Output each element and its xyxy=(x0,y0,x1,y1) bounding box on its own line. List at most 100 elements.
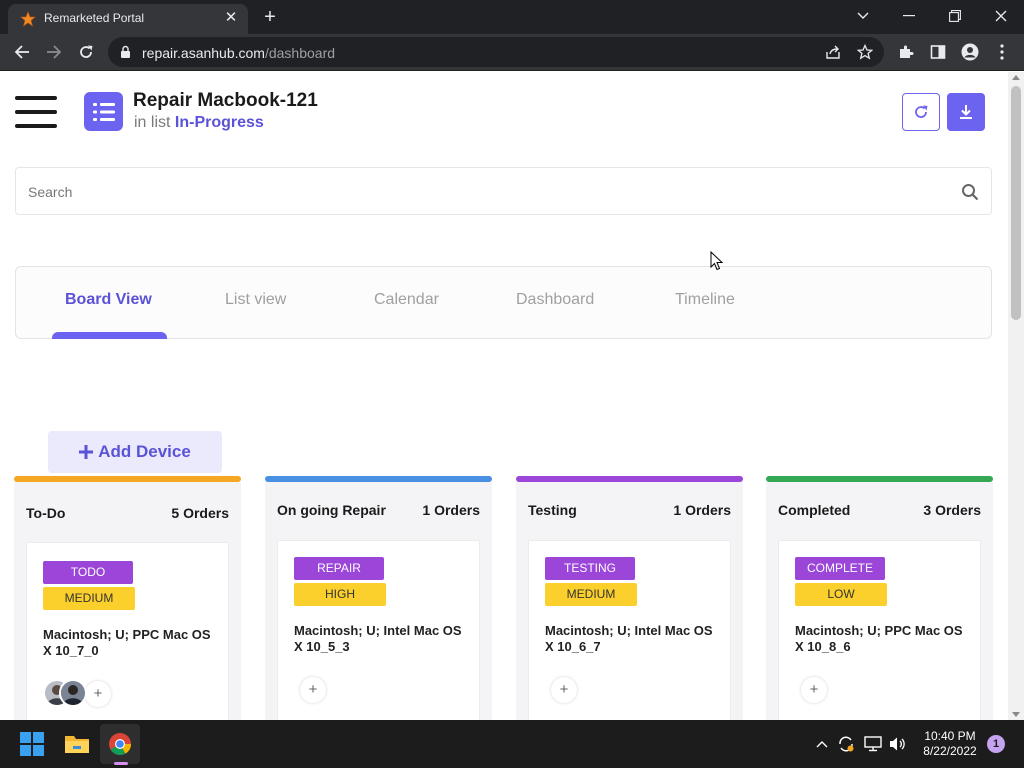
status-tag: TODO xyxy=(43,561,133,584)
star-favicon-icon xyxy=(20,11,36,27)
mouse-cursor-icon xyxy=(710,251,723,271)
hamburger-line xyxy=(15,110,57,114)
browser-toolbar: repair.asanhub.com/dashboard xyxy=(0,34,1024,71)
file-explorer-button[interactable] xyxy=(63,730,91,758)
page-scrollbar[interactable] xyxy=(1008,72,1024,720)
back-button[interactable] xyxy=(9,39,35,65)
profile-button[interactable] xyxy=(960,42,980,62)
url-text: repair.asanhub.com/dashboard xyxy=(142,45,336,61)
side-panel-icon xyxy=(930,45,946,59)
extensions-button[interactable] xyxy=(896,42,916,62)
os-taskbar: 10:40 PM 8/22/2022 1 xyxy=(0,720,1024,768)
search-box xyxy=(15,167,992,215)
column-body: Completed 3 Orders COMPLETE LOW Macintos… xyxy=(766,482,993,720)
tab-timeline[interactable]: Timeline xyxy=(675,291,735,309)
tab-board-view[interactable]: Board View xyxy=(65,291,152,309)
scroll-thumb[interactable] xyxy=(1011,86,1021,320)
volume-button[interactable] xyxy=(888,734,908,754)
address-bar[interactable]: repair.asanhub.com/dashboard xyxy=(108,37,884,67)
order-card[interactable]: TESTING MEDIUM Macintosh; U; Intel Mac O… xyxy=(528,540,731,720)
refresh-icon xyxy=(915,105,928,118)
hamburger-line xyxy=(15,124,57,128)
search-input[interactable] xyxy=(28,182,928,202)
priority-tag: HIGH xyxy=(294,583,386,606)
plus-icon xyxy=(79,445,94,459)
tab-close-icon[interactable]: ✕ xyxy=(222,9,240,27)
clock-time: 10:40 PM xyxy=(924,729,976,743)
add-member-button[interactable]: + xyxy=(551,677,577,703)
active-app-indicator xyxy=(114,762,128,765)
side-panel-button[interactable] xyxy=(928,42,948,62)
sync-icon xyxy=(839,736,854,752)
tray-overflow-button[interactable] xyxy=(812,734,832,754)
add-member-button[interactable]: + xyxy=(801,677,827,703)
search-icon[interactable] xyxy=(961,183,979,201)
tab-dashboard[interactable]: Dashboard xyxy=(516,291,594,309)
share-icon xyxy=(826,45,840,59)
chevron-down-icon xyxy=(857,12,869,19)
add-member-button[interactable]: + xyxy=(85,681,111,707)
hamburger-menu-button[interactable] xyxy=(15,96,57,128)
column-order-count: 1 Orders xyxy=(673,502,731,518)
board-column-testing: Testing 1 Orders TESTING MEDIUM Macintos… xyxy=(516,476,743,720)
column-title: To-Do xyxy=(26,505,66,521)
browser-titlebar: Remarketed Portal ✕ + xyxy=(0,0,1024,34)
active-tab-indicator xyxy=(52,332,167,339)
device-description: Macintosh; U; Intel Mac OS X 10_6_7 xyxy=(545,623,713,654)
star-outline-icon xyxy=(857,44,873,60)
board-column-completed: Completed 3 Orders COMPLETE LOW Macintos… xyxy=(766,476,993,720)
device-description: Macintosh; U; PPC Mac OS X 10_8_6 xyxy=(795,623,963,654)
refresh-button[interactable] xyxy=(902,93,940,131)
windows-logo-icon xyxy=(20,732,44,756)
column-order-count: 3 Orders xyxy=(923,502,981,518)
bookmark-button[interactable] xyxy=(856,43,874,61)
tab-list-view[interactable]: List view xyxy=(225,291,286,309)
arrow-left-icon xyxy=(14,45,29,59)
column-title: Testing xyxy=(528,502,577,518)
view-tabs: Board View List view Calendar Dashboard … xyxy=(15,266,992,339)
order-card[interactable]: TODO MEDIUM Macintosh; U; PPC Mac OS X 1… xyxy=(26,542,229,720)
reload-button[interactable] xyxy=(73,39,99,65)
chevron-up-icon xyxy=(816,741,828,748)
scroll-down-arrow-icon[interactable] xyxy=(1012,712,1020,717)
list-subtitle: in list In-Progress xyxy=(134,114,264,132)
scroll-up-arrow-icon[interactable] xyxy=(1012,75,1020,80)
tab-search-button[interactable] xyxy=(840,0,886,32)
page-title: Repair Macbook-121 xyxy=(133,90,318,111)
share-button[interactable] xyxy=(824,43,842,61)
chrome-taskbar-button[interactable] xyxy=(106,730,134,758)
tab-calendar[interactable]: Calendar xyxy=(374,291,439,309)
column-order-count: 5 Orders xyxy=(171,505,229,521)
restore-button[interactable] xyxy=(932,0,978,32)
column-body: Testing 1 Orders TESTING MEDIUM Macintos… xyxy=(516,482,743,720)
chrome-icon xyxy=(109,733,131,755)
order-card[interactable]: COMPLETE LOW Macintosh; U; PPC Mac OS X … xyxy=(778,540,981,720)
start-button[interactable] xyxy=(18,730,46,758)
new-tab-button[interactable]: + xyxy=(258,6,282,28)
board-column-todo: To-Do 5 Orders TODO MEDIUM Macintosh; U;… xyxy=(14,476,241,720)
order-card[interactable]: REPAIR HIGH Macintosh; U; Intel Mac OS X… xyxy=(277,540,480,720)
network-button[interactable] xyxy=(863,734,883,754)
device-description: Macintosh; U; Intel Mac OS X 10_5_3 xyxy=(294,623,462,654)
profile-icon xyxy=(961,43,979,61)
minimize-button[interactable] xyxy=(886,0,932,32)
close-window-button[interactable] xyxy=(978,0,1024,32)
browser-tab[interactable]: Remarketed Portal ✕ xyxy=(8,4,248,34)
download-button[interactable] xyxy=(947,93,985,131)
column-body: On going Repair 1 Orders REPAIR HIGH Mac… xyxy=(265,482,492,720)
arrow-right-icon xyxy=(47,45,62,59)
system-clock[interactable]: 10:40 PM 8/22/2022 xyxy=(916,729,984,759)
add-member-button[interactable]: + xyxy=(300,677,326,703)
list-name-link[interactable]: In-Progress xyxy=(175,114,264,131)
speaker-icon xyxy=(890,737,905,751)
minimize-icon xyxy=(903,15,915,17)
sync-status-button[interactable] xyxy=(836,734,856,754)
column-order-count: 1 Orders xyxy=(422,502,480,518)
device-description: Macintosh; U; PPC Mac OS X 10_7_0 xyxy=(43,627,211,658)
browser-menu-button[interactable] xyxy=(992,42,1012,62)
add-device-button[interactable]: Add Device xyxy=(48,431,222,473)
kebab-menu-icon xyxy=(1000,44,1004,60)
forward-button[interactable] xyxy=(41,39,67,65)
avatar[interactable] xyxy=(59,679,87,707)
notification-badge[interactable]: 1 xyxy=(987,735,1005,753)
